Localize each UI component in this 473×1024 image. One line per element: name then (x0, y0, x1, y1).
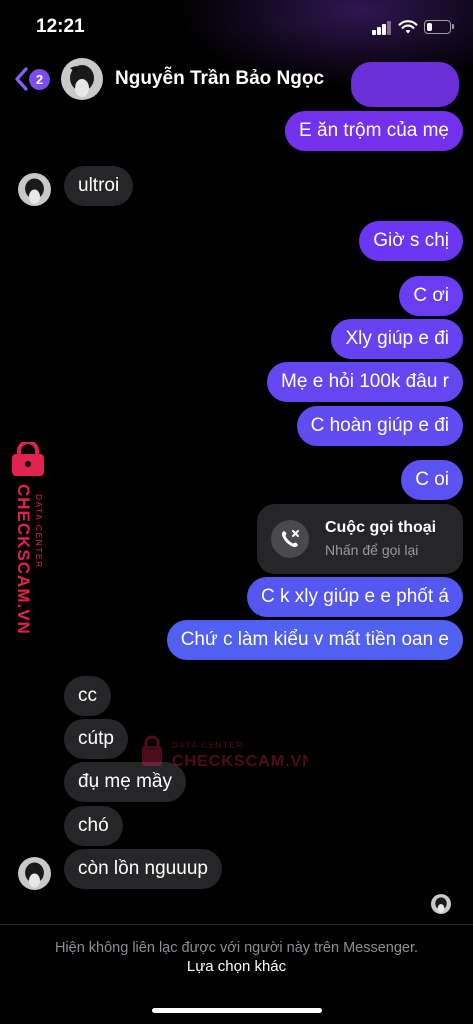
message-bubble-incoming[interactable]: chó (64, 806, 123, 846)
contact-avatar-small (18, 857, 51, 890)
message-bubble-outgoing[interactable]: C hoàn giúp e đi (296, 406, 463, 446)
other-options-link[interactable]: Lựa chọn khác (0, 958, 473, 975)
unavailable-notice: Hiện không liên lạc được với người này t… (54, 940, 419, 956)
message-bubble-incoming[interactable]: ultroi (64, 166, 134, 206)
message-bubble-incoming[interactable]: đụ mẹ mầy (64, 762, 186, 802)
contact-avatar-small (18, 173, 51, 206)
message-bubble-outgoing[interactable]: C oi (401, 460, 463, 500)
seen-receipt-avatar (431, 894, 451, 914)
message-bubble-outgoing[interactable]: C ơi (399, 276, 463, 316)
checkscam-watermark-side: CHECKSCAM.VN DATA CENTER (2, 442, 52, 652)
watermark-tagline: DATA CENTER (34, 494, 44, 569)
battery-icon (424, 20, 454, 34)
wifi-icon (398, 20, 418, 34)
watermark-center-tagline: DATA CENTER (172, 741, 243, 750)
back-chevron-icon[interactable] (13, 66, 29, 92)
contact-avatar[interactable] (61, 58, 103, 100)
battery-level (427, 23, 432, 31)
status-time: 12:21 (36, 16, 85, 37)
message-bubble-partial[interactable] (351, 62, 459, 107)
home-indicator[interactable] (152, 1008, 322, 1013)
footer-divider (0, 924, 473, 925)
missed-call-card[interactable]: Cuộc gọi thoại Nhấn để gọi lại (257, 504, 463, 574)
call-card-title: Cuộc gọi thoại (325, 519, 437, 536)
watermark-center-brand: CHECKSCAM.VN (172, 753, 308, 770)
contact-name[interactable]: Nguyễn Trần Bảo Ngọc (115, 68, 324, 90)
message-bubble-outgoing[interactable]: E ăn trộm của mẹ (285, 111, 463, 151)
watermark-brand: CHECKSCAM.VN (14, 484, 33, 635)
message-bubble-outgoing[interactable]: Chứ c làm kiểu v mất tiền oan e (166, 620, 463, 660)
signal-icon (372, 21, 392, 35)
message-bubble-outgoing[interactable]: C k xly giúp e e phốt á (247, 577, 463, 617)
unread-count-badge[interactable]: 2 (29, 69, 50, 90)
call-card-subtitle: Nhấn để gọi lại (325, 542, 419, 558)
message-bubble-outgoing[interactable]: Xly giúp e đi (331, 319, 463, 359)
lock-icon (12, 442, 44, 476)
message-bubble-incoming[interactable]: còn lồn nguuup (64, 849, 222, 889)
missed-call-icon (271, 520, 309, 558)
message-bubble-incoming[interactable]: cútp (64, 719, 128, 759)
message-bubble-outgoing[interactable]: Giờ s chị (359, 221, 463, 261)
message-bubble-incoming[interactable]: cc (64, 676, 111, 716)
message-bubble-outgoing[interactable]: Mẹ e hỏi 100k đâu r (267, 362, 463, 402)
